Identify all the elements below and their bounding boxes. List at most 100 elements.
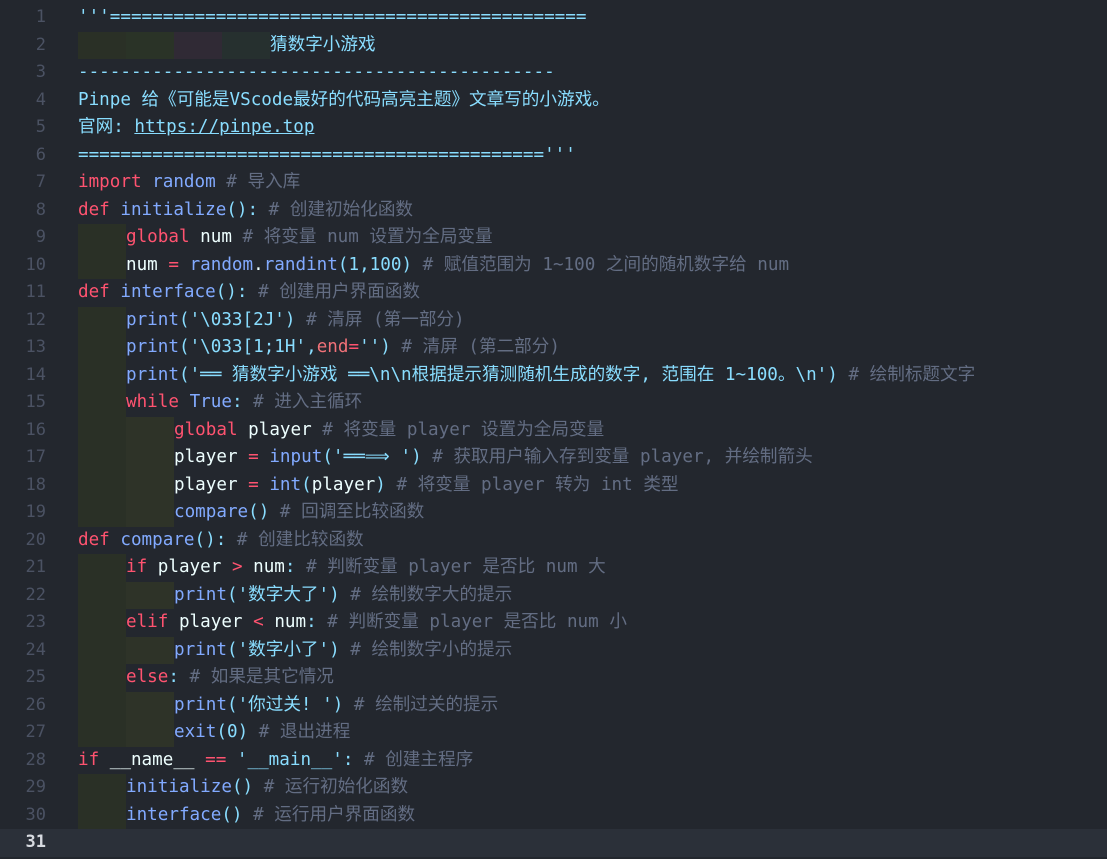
- code-content: print('数字大了') # 绘制数字大的提示: [78, 581, 513, 609]
- code-token: def: [78, 529, 110, 550]
- code-token: print: [174, 694, 227, 715]
- code-token: =: [248, 447, 259, 467]
- code-line[interactable]: 15 while True: # 进入主循环: [0, 389, 1107, 417]
- code-token: >: [231, 557, 243, 577]
- line-number: 23: [25, 612, 46, 632]
- code-token: :: [168, 667, 179, 687]
- code-token: # 绘制标题文字: [837, 364, 976, 385]
- line-number: 14: [25, 364, 46, 385]
- code-token: ): [401, 254, 413, 275]
- code-editor[interactable]: 1 '''====================================…: [0, 0, 1107, 859]
- code-line[interactable]: 11 def interface (): # 创建用户界面函数: [0, 279, 1107, 307]
- indent-guide: [78, 224, 126, 252]
- code-token: ():: [226, 199, 259, 220]
- code-token: '数字小了': [237, 639, 330, 660]
- code-token: end: [316, 337, 349, 357]
- code-line[interactable]: 20 def compare (): # 创建比较函数: [0, 527, 1107, 555]
- code-content: exit(0) # 退出进程: [78, 719, 350, 747]
- code-token: if: [126, 557, 148, 577]
- code-line[interactable]: 18 player = int(player) # 将变量 player 转为 i…: [0, 471, 1107, 499]
- line-number: 26: [25, 694, 46, 715]
- line-number: 5: [35, 117, 46, 137]
- code-token: num: [200, 227, 232, 247]
- code-line[interactable]: 6 =======================================…: [0, 142, 1107, 170]
- line-number: 11: [25, 282, 46, 302]
- code-content: def initialize (): # 创建初始化函数: [78, 197, 413, 225]
- code-content: '''=====================================…: [78, 4, 586, 32]
- code-line[interactable]: 29 initialize() # 运行初始化函数: [0, 774, 1107, 802]
- code-line[interactable]: 25 else: # 如果是其它情况: [0, 664, 1107, 692]
- code-line[interactable]: 14 print('══ 猜数字小游戏 ══\n\n根据提示猜测随机生成的数字, …: [0, 361, 1107, 389]
- code-line[interactable]: 12 print('\033[2J') # 清屏 (第一部分): [0, 306, 1107, 334]
- code-token: random: [152, 172, 216, 192]
- code-line[interactable]: 22 print('数字大了') # 绘制数字大的提示: [0, 581, 1107, 609]
- line-number: 19: [25, 502, 46, 522]
- code-token: print: [126, 364, 179, 385]
- indent-guide: [78, 251, 126, 279]
- code-line[interactable]: 26 print('你过关! ') # 绘制过关的提示: [0, 691, 1107, 719]
- code-token: input: [269, 447, 323, 467]
- code-line[interactable]: 9 global num # 将变量 num 设置为全局变量: [0, 224, 1107, 252]
- code-token: (): [248, 502, 270, 522]
- code-token: # 绘制数字大的提示: [339, 584, 513, 605]
- code-line[interactable]: 7 import random # 导入库: [0, 169, 1107, 197]
- code-line[interactable]: 3 ---------------------------------------…: [0, 59, 1107, 87]
- line-number: 17: [25, 447, 46, 467]
- code-token: print: [126, 309, 179, 330]
- code-line[interactable]: 24 print('数字小了') # 绘制数字小的提示: [0, 636, 1107, 664]
- code-line[interactable]: 16 global player # 将变量 player 设置为全局变量: [0, 416, 1107, 444]
- code-token: ): [237, 722, 249, 742]
- code-line[interactable]: 27 exit(0) # 退出进程: [0, 719, 1107, 747]
- indent-guide: [78, 691, 174, 719]
- code-token: random: [189, 254, 254, 275]
- code-token: (: [226, 584, 238, 605]
- code-line[interactable]: 13 print('\033[1;1H', end = '') # 清屏 (第二部分): [0, 334, 1107, 362]
- code-token: ): [827, 364, 838, 385]
- code-token: (: [216, 722, 227, 742]
- code-line[interactable]: 1 '''====================================…: [0, 4, 1107, 32]
- code-content: print('══ 猜数字小游戏 ══\n\n根据提示猜测随机生成的数字, 范围…: [78, 361, 976, 389]
- code-line[interactable]: 10 num = random. randint(1, 100) # 赋值范围为 1~…: [0, 251, 1107, 280]
- code-token: player: [248, 419, 312, 440]
- code-line[interactable]: 8 def initialize (): # 创建初始化函数: [0, 197, 1107, 225]
- code-token: exit: [174, 722, 217, 742]
- code-token: ,: [359, 254, 370, 275]
- code-line[interactable]: 4 Pinpe 给《可能是VScode最好的代码高亮主题》文章写的小游戏。: [0, 87, 1107, 115]
- code-token: (: [337, 254, 349, 275]
- code-token: '数字大了': [237, 584, 330, 605]
- indent-guide: [78, 609, 126, 637]
- code-token: # 退出进程: [248, 722, 351, 742]
- code-content: print('你过关! ') # 绘制过关的提示: [78, 691, 498, 719]
- code-line[interactable]: 2 猜数字小游戏: [0, 31, 1107, 59]
- code-token: (: [301, 474, 312, 495]
- code-token: # 将变量 num 设置为全局变量: [231, 227, 493, 247]
- code-token: (: [178, 364, 190, 385]
- code-line[interactable]: 23 elif player < num: # 判断变量 player 是否比 n…: [0, 609, 1107, 637]
- code-token: ): [329, 639, 340, 660]
- code-line[interactable]: 30 interface() # 运行用户界面函数: [0, 801, 1107, 829]
- code-token: if: [78, 749, 100, 770]
- line-number: 7: [35, 172, 46, 192]
- code-line[interactable]: 21 if player > num: # 判断变量 player 是否比 num…: [0, 554, 1107, 582]
- code-token: ): [380, 337, 391, 357]
- code-token: # 清屏 (第一部分): [295, 309, 465, 330]
- code-token: =: [348, 337, 360, 357]
- code-line[interactable]: 31: [0, 829, 1107, 857]
- code-content: compare() # 回调至比较函数: [78, 499, 424, 527]
- code-token: (): [221, 804, 243, 825]
- code-token: # 进入主循环: [242, 392, 363, 412]
- code-token: :: [342, 749, 354, 770]
- code-line[interactable]: 19 compare() # 回调至比较函数: [0, 499, 1107, 527]
- code-line[interactable]: 5 官网: https://pinpe.top: [0, 114, 1107, 142]
- code-token: # 创建用户界面函数: [247, 282, 421, 302]
- code-line[interactable]: 28 if __name__ == '__main__': # 创建主程序: [0, 747, 1107, 775]
- indent-guide: [78, 471, 174, 499]
- code-token: ): [284, 309, 296, 330]
- code-token: # 回调至比较函数: [269, 502, 425, 522]
- line-number: 24: [25, 639, 46, 660]
- code-content: player = int(player) # 将变量 player 转为 int…: [78, 471, 679, 499]
- code-line[interactable]: 17 player = input('══⟹ ') # 获取用户输入存到变量 pl…: [0, 444, 1107, 472]
